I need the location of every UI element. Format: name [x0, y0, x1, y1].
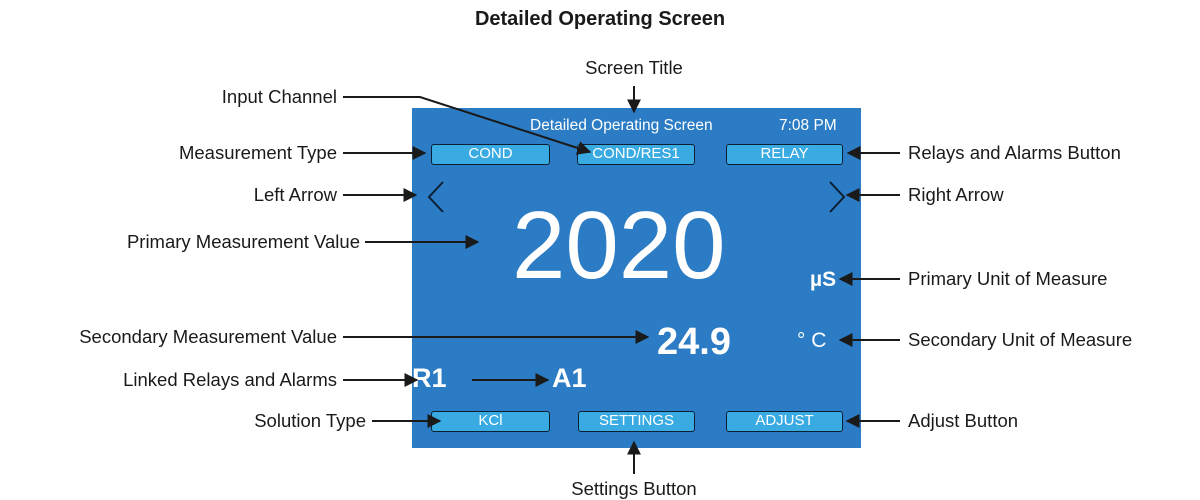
label-primary-unit: Primary Unit of Measure	[908, 268, 1108, 289]
label-primary-value: Primary Measurement Value	[126, 231, 360, 252]
label-secondary-unit: Secondary Unit of Measure	[908, 329, 1133, 350]
label-right-arrow: Right Arrow	[908, 184, 1004, 205]
label-settings-button: Settings Button	[571, 478, 697, 499]
label-adjust-button: Adjust Button	[908, 410, 1019, 431]
label-relays-button: Relays and Alarms Button	[908, 142, 1121, 163]
callout-input-channel	[343, 96, 592, 155]
label-linked-relays: Linked Relays and Alarms	[123, 369, 337, 390]
label-screen-title: Screen Title	[585, 57, 683, 78]
label-measurement-type: Measurement Type	[178, 142, 337, 163]
label-secondary-value: Secondary Measurement Value	[79, 326, 337, 347]
label-input-channel: Input Channel	[221, 86, 337, 107]
label-left-arrow: Left Arrow	[253, 184, 337, 205]
label-solution-type: Solution Type	[254, 410, 366, 431]
